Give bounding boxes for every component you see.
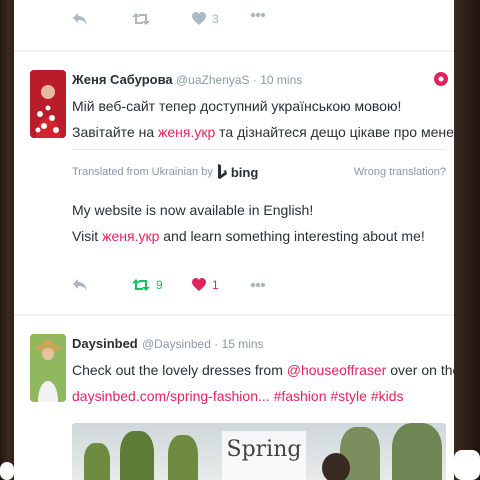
handle[interactable]: @Daysinbed bbox=[142, 337, 211, 351]
translator-name: bing bbox=[230, 164, 259, 180]
hashtags[interactable]: #fashion #style #kids bbox=[274, 388, 404, 404]
tree bbox=[168, 435, 198, 480]
wrong-translation-link[interactable]: Wrong translation? bbox=[354, 166, 446, 178]
heart-icon bbox=[192, 12, 206, 25]
translated-text: and learn something interesting about me… bbox=[163, 228, 425, 244]
retweet-count: 9 bbox=[156, 278, 163, 292]
url-link[interactable]: daysinbed.com/spring-fashion... bbox=[72, 388, 270, 404]
translated-text-line: My website is now available in English! bbox=[72, 202, 314, 218]
display-name[interactable]: Женя Сабурова bbox=[72, 72, 173, 87]
more-button[interactable] bbox=[250, 282, 266, 288]
tweet-text-line: daysinbed.com/spring-fashion... #fashion… bbox=[72, 386, 404, 407]
translated-text: Visit bbox=[72, 228, 99, 244]
more-icon bbox=[250, 282, 266, 288]
tweet-meta: @uaZhenyaS · 10 mins bbox=[176, 73, 302, 87]
like-count: 1 bbox=[212, 278, 219, 292]
mention-link[interactable]: @houseoffraser bbox=[287, 362, 387, 378]
avatar bbox=[30, 70, 66, 138]
retweet-icon bbox=[132, 279, 150, 291]
timestamp[interactable]: · 10 mins bbox=[253, 73, 302, 87]
tweet-text: Check out the lovely dresses from bbox=[72, 362, 283, 378]
tweet-text: over on the blog bbox=[390, 362, 454, 378]
translated-from-label: Translated from Ukrainian by bbox=[72, 166, 213, 178]
tree bbox=[84, 443, 110, 480]
person bbox=[322, 453, 350, 480]
background-decoration bbox=[0, 462, 14, 480]
handle[interactable]: @uaZhenyaS bbox=[176, 73, 250, 87]
like-count: 3 bbox=[212, 12, 219, 26]
more-button[interactable] bbox=[250, 12, 266, 18]
translation-attribution: Translated from Ukrainian by bing bbox=[72, 164, 258, 180]
tweet-meta: @Daysinbed · 15 mins bbox=[142, 337, 264, 351]
reply-button[interactable] bbox=[72, 278, 88, 292]
avatar bbox=[30, 334, 66, 402]
tree bbox=[120, 431, 154, 480]
heart-icon bbox=[192, 278, 206, 291]
background-left bbox=[0, 0, 14, 480]
tweet-text-line: Завітайте на женя.укр та дізнайтеся дещо… bbox=[72, 122, 454, 143]
reply-button[interactable] bbox=[72, 12, 88, 26]
translated-text-line: Visit женя.укр and learn something inter… bbox=[72, 226, 425, 247]
more-icon bbox=[250, 12, 266, 18]
retweet-icon bbox=[132, 13, 150, 25]
timeline: 3 Женя Сабурова @uaZhenyaS · 10 mins Мій bbox=[14, 0, 454, 480]
tree bbox=[392, 423, 442, 480]
tweet-text: та дізнайтеся дещо цікаве про мене! bbox=[219, 124, 454, 140]
tweet-previous: 3 bbox=[14, 0, 454, 50]
bing-logo-icon bbox=[217, 164, 227, 179]
divider bbox=[72, 149, 446, 150]
timestamp[interactable]: · 15 mins bbox=[214, 337, 263, 351]
tweet-zhenya: Женя Сабурова @uaZhenyaS · 10 mins Мій в… bbox=[14, 52, 454, 314]
like-button[interactable]: 1 bbox=[192, 278, 219, 292]
retweet-button[interactable] bbox=[132, 12, 150, 26]
like-button[interactable]: 3 bbox=[192, 12, 219, 26]
background-right bbox=[454, 0, 480, 480]
media-caption: Spring bbox=[222, 431, 306, 480]
link[interactable]: женя.укр bbox=[158, 124, 215, 140]
tweet-text-line: Check out the lovely dresses from @house… bbox=[72, 360, 454, 381]
background-decoration bbox=[454, 450, 480, 480]
tweet-text: Завітайте на bbox=[72, 124, 155, 140]
retweet-button[interactable]: 9 bbox=[132, 278, 163, 292]
tweet-text-line: Мій веб-сайт тепер доступний українською… bbox=[72, 98, 402, 114]
pin-icon[interactable] bbox=[434, 72, 448, 86]
media-preview[interactable]: Spring bbox=[72, 423, 446, 480]
reply-icon bbox=[73, 13, 87, 25]
link[interactable]: женя.укр bbox=[102, 228, 159, 244]
reply-icon bbox=[73, 279, 87, 291]
display-name[interactable]: Daysinbed bbox=[72, 336, 138, 351]
